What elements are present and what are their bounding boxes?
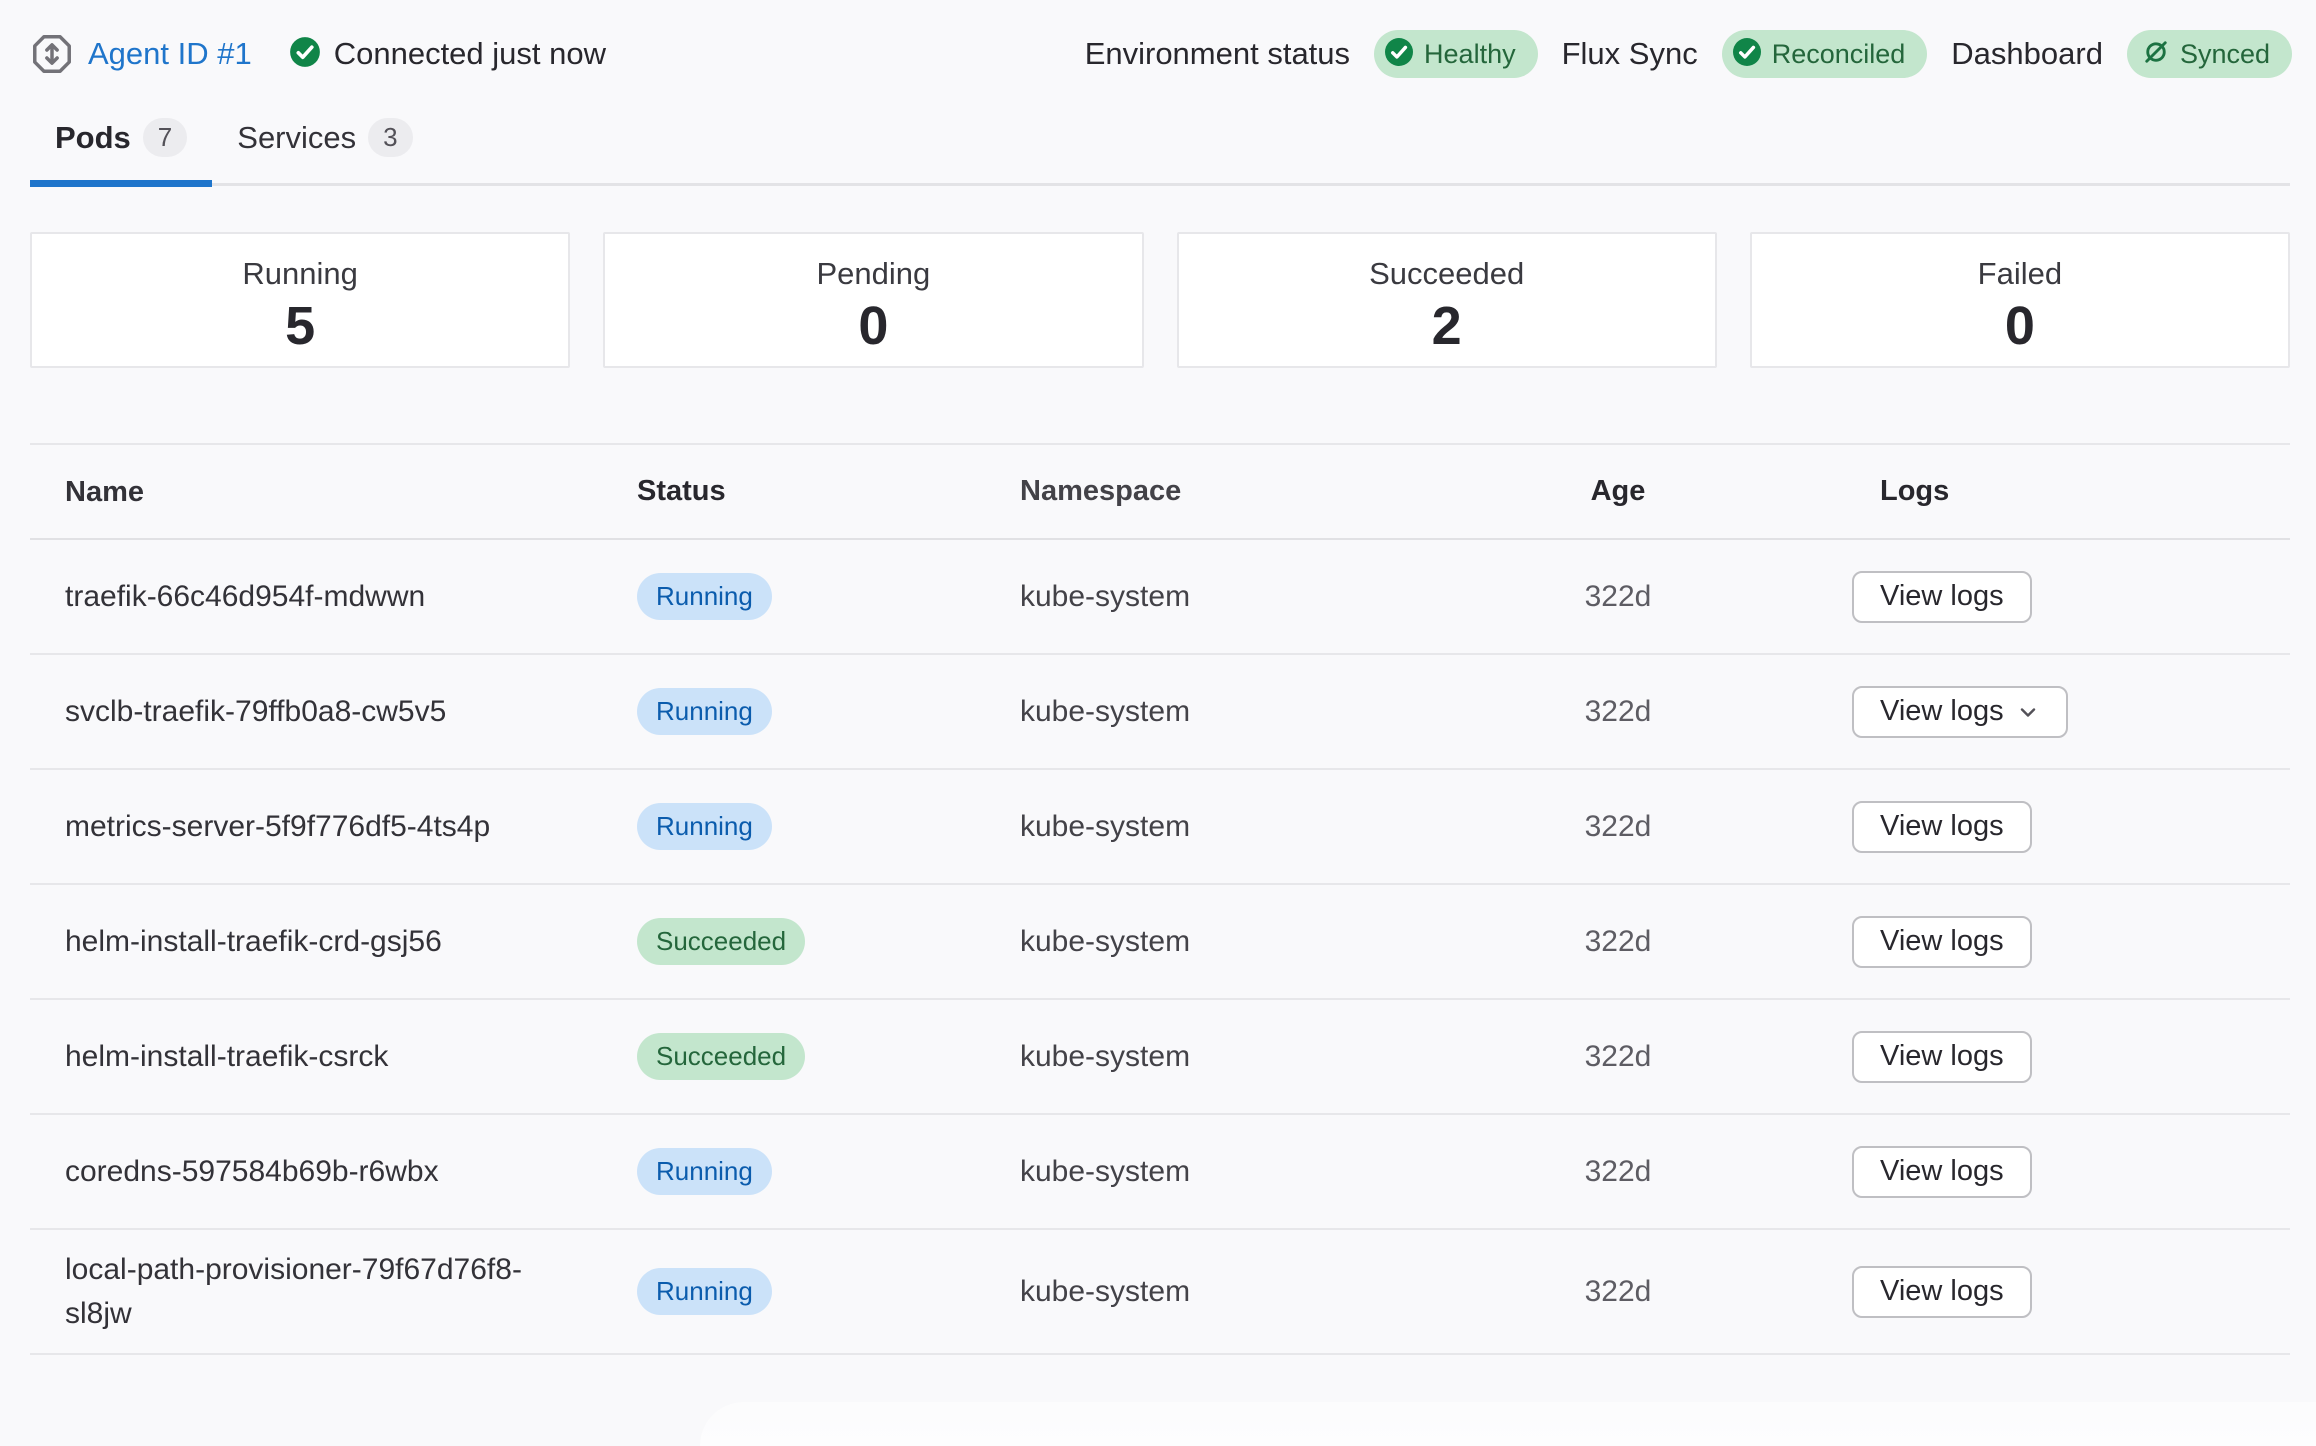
tab-services-count: 3 — [368, 118, 412, 157]
stat-value: 0 — [605, 295, 1141, 357]
stat-label: Succeeded — [1179, 256, 1715, 292]
view-logs-button[interactable]: View logs — [1852, 1146, 2032, 1198]
column-header-age: Age — [1538, 475, 1698, 508]
tab-services[interactable]: Services 3 — [212, 108, 437, 183]
reconciled-check-icon — [1731, 36, 1763, 73]
stat-label: Failed — [1752, 256, 2288, 292]
stat-card-pending: Pending 0 — [603, 232, 1143, 368]
status-badge: Running — [637, 1268, 772, 1315]
pods-table: Name Status Namespace Age Logs traefik-6… — [30, 443, 2290, 1355]
pod-name: traefik-66c46d954f-mdwwn — [30, 575, 607, 619]
flux-sync-label: Flux Sync — [1562, 36, 1698, 72]
stat-card-running: Running 5 — [30, 232, 570, 368]
stat-card-succeeded: Succeeded 2 — [1177, 232, 1717, 368]
tab-bar: Pods 7 Services 3 — [30, 108, 2290, 186]
connected-check-icon — [288, 35, 322, 74]
summary-cards: Running 5 Pending 0 Succeeded 2 Failed 0 — [30, 232, 2290, 368]
column-header-logs: Logs — [1698, 475, 2290, 508]
stat-value: 2 — [1179, 295, 1715, 357]
pod-namespace: kube-system — [990, 810, 1538, 844]
column-header-name: Name — [30, 470, 607, 514]
pod-age: 322d — [1538, 1155, 1698, 1189]
connection-status: Connected just now — [334, 36, 606, 72]
chevron-down-icon — [2016, 700, 2040, 724]
view-logs-button[interactable]: View logs — [1852, 571, 2032, 623]
table-row: helm-install-traefik-csrck Succeeded kub… — [30, 1000, 2290, 1115]
view-logs-dropdown-button[interactable]: View logs — [1852, 686, 2068, 738]
pod-namespace: kube-system — [990, 1040, 1538, 1074]
stat-label: Pending — [605, 256, 1141, 292]
pod-name: coredns-597584b69b-r6wbx — [30, 1150, 607, 1194]
flux-sync-badge: Reconciled — [1722, 30, 1928, 78]
pod-namespace: kube-system — [990, 1155, 1538, 1189]
agent-link[interactable]: Agent ID #1 — [88, 36, 252, 72]
table-row: coredns-597584b69b-r6wbx Running kube-sy… — [30, 1115, 2290, 1230]
environment-status-value: Healthy — [1424, 39, 1516, 70]
status-badge: Succeeded — [637, 918, 805, 965]
pod-age: 322d — [1538, 695, 1698, 729]
pod-age: 322d — [1538, 1040, 1698, 1074]
status-badge: Running — [637, 1148, 772, 1195]
status-badge: Running — [637, 803, 772, 850]
column-header-namespace: Namespace — [990, 475, 1538, 508]
pod-namespace: kube-system — [990, 925, 1538, 959]
pod-name: helm-install-traefik-csrck — [30, 1035, 607, 1079]
status-badge: Succeeded — [637, 1033, 805, 1080]
environment-status-badge: Healthy — [1374, 30, 1538, 78]
flux-sync-value: Reconciled — [1772, 39, 1906, 70]
dashboard-badge: Synced — [2127, 30, 2292, 78]
dashboard-value: Synced — [2180, 39, 2270, 70]
table-row: traefik-66c46d954f-mdwwn Running kube-sy… — [30, 540, 2290, 655]
table-row: metrics-server-5f9f776df5-4ts4p Running … — [30, 770, 2290, 885]
pod-age: 322d — [1538, 810, 1698, 844]
table-row: helm-install-traefik-crd-gsj56 Succeeded… — [30, 885, 2290, 1000]
stat-label: Running — [32, 256, 568, 292]
status-badge: Running — [637, 688, 772, 735]
pod-namespace: kube-system — [990, 580, 1538, 614]
tab-pods-label: Pods — [55, 120, 131, 156]
pod-namespace: kube-system — [990, 1275, 1538, 1309]
pod-name: svclb-traefik-79ffb0a8-cw5v5 — [30, 690, 607, 734]
environment-status-label: Environment status — [1085, 36, 1350, 72]
pod-age: 322d — [1538, 925, 1698, 959]
table-row: local-path-provisioner-79f67d76f8-sl8jw … — [30, 1230, 2290, 1355]
status-badge: Running — [637, 573, 772, 620]
column-header-status: Status — [607, 475, 990, 508]
stat-value: 0 — [1752, 295, 2288, 357]
pod-age: 322d — [1538, 1275, 1698, 1309]
view-logs-button[interactable]: View logs — [1852, 801, 2032, 853]
view-logs-button[interactable]: View logs — [1852, 1266, 2032, 1318]
table-header-row: Name Status Namespace Age Logs — [30, 445, 2290, 540]
view-logs-button[interactable]: View logs — [1852, 916, 2032, 968]
agent-icon — [30, 32, 74, 76]
synced-icon — [2141, 37, 2171, 72]
pod-name: local-path-provisioner-79f67d76f8-sl8jw — [30, 1248, 607, 1336]
page-header: Agent ID #1 Connected just now Environme… — [0, 0, 2316, 78]
pod-name: helm-install-traefik-crd-gsj56 — [30, 920, 607, 964]
tab-pods[interactable]: Pods 7 — [30, 108, 212, 183]
pod-age: 322d — [1538, 580, 1698, 614]
bottom-sheet-edge — [700, 1402, 2316, 1446]
pod-name: metrics-server-5f9f776df5-4ts4p — [30, 805, 607, 849]
stat-card-failed: Failed 0 — [1750, 232, 2290, 368]
view-logs-button[interactable]: View logs — [1852, 1031, 2032, 1083]
tab-pods-count: 7 — [143, 118, 187, 157]
stat-value: 5 — [32, 295, 568, 357]
dashboard-label: Dashboard — [1951, 36, 2103, 72]
healthy-check-icon — [1383, 36, 1415, 73]
tab-services-label: Services — [237, 120, 356, 156]
table-row: svclb-traefik-79ffb0a8-cw5v5 Running kub… — [30, 655, 2290, 770]
pod-namespace: kube-system — [990, 695, 1538, 729]
